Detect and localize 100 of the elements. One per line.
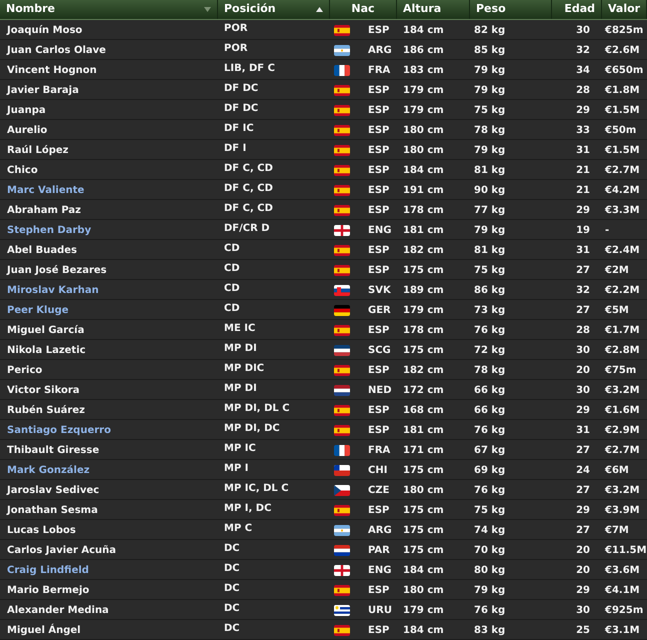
age-cell-text: 31: [576, 244, 590, 258]
player-name[interactable]: Abraham Paz: [7, 202, 81, 218]
height-cell-text: 186 cm: [403, 44, 444, 58]
player-name[interactable]: Rubén Suárez: [7, 402, 85, 418]
player-name[interactable]: Lucas Lobos: [7, 522, 76, 538]
nation-cell-text: FRA: [368, 444, 390, 458]
age-cell-text: 31: [576, 424, 590, 438]
player-name[interactable]: Nikola Lazetic: [7, 342, 86, 358]
player-name[interactable]: Alexander Medina: [7, 602, 109, 618]
player-name[interactable]: Raúl López: [7, 142, 68, 158]
value-cell-text: €3.2M: [605, 384, 640, 398]
player-name[interactable]: Jaroslav Sedivec: [7, 482, 100, 498]
player-name[interactable]: Thibault Giresse: [7, 442, 100, 458]
column-header[interactable]: Altura: [403, 1, 442, 18]
age-cell-text: 27: [576, 444, 590, 458]
weight-cell-text: 80 kg: [474, 564, 506, 578]
column-header[interactable]: Valor: [608, 1, 640, 18]
nation-cell-text: ESP: [368, 324, 390, 338]
player-name[interactable]: Joaquín Moso: [7, 22, 82, 38]
weight-cell-text: 66 kg: [474, 384, 506, 398]
height-cell-text: 182 cm: [403, 364, 444, 378]
value-cell-text: -: [605, 224, 610, 238]
column-header[interactable]: Edad: [564, 1, 595, 18]
value-cell-text: €2.4M: [605, 244, 640, 258]
position-cell-text: POR: [224, 22, 248, 36]
player-name[interactable]: Carlos Javier Acuña: [7, 542, 116, 558]
player-name[interactable]: Peer Kluge: [7, 302, 69, 318]
player-name[interactable]: Chico: [7, 162, 38, 178]
height-cell-text: 181 cm: [403, 224, 444, 238]
player-name[interactable]: Craig Lindfield: [7, 562, 89, 578]
player-name[interactable]: Juanpa: [7, 102, 46, 118]
weight-cell-text: 76 kg: [474, 424, 506, 438]
player-name[interactable]: Marc Valiente: [7, 182, 84, 198]
position-cell-text: DC: [224, 622, 240, 636]
age-cell-text: 20: [576, 564, 590, 578]
column-header[interactable]: Peso: [476, 1, 506, 18]
player-name[interactable]: Victor Sikora: [7, 382, 80, 398]
position-cell-text: DF DC: [224, 102, 258, 116]
age-cell-text: 25: [576, 624, 590, 638]
column-header[interactable]: Posición: [224, 1, 276, 18]
player-name[interactable]: Juan Carlos Olave: [7, 42, 106, 58]
weight-cell-text: 79 kg: [474, 144, 506, 158]
weight-cell-text: 79 kg: [474, 224, 506, 238]
height-cell-text: 178 cm: [403, 324, 444, 338]
position-cell-text: CD: [224, 302, 240, 316]
player-name[interactable]: Miroslav Karhan: [7, 282, 99, 298]
position-cell-text: DF DC: [224, 82, 258, 96]
nation-cell-text: ESP: [368, 164, 390, 178]
nation-cell-text: ESP: [368, 404, 390, 418]
weight-cell-text: 76 kg: [474, 484, 506, 498]
weight-cell-text: 75 kg: [474, 264, 506, 278]
value-cell-text: €1.5M: [605, 104, 640, 118]
position-cell-text: MP DIC: [224, 362, 264, 376]
position-cell-text: MP DI: [224, 342, 257, 356]
column-header[interactable]: Nombre: [6, 1, 55, 18]
weight-cell-text: 86 kg: [474, 284, 506, 298]
player-name[interactable]: Javier Baraja: [7, 82, 79, 98]
position-cell-text: MP DI, DC: [224, 422, 280, 436]
age-cell-text: 20: [576, 544, 590, 558]
nation-cell-text: NED: [368, 384, 392, 398]
player-name[interactable]: Jonathan Sesma: [7, 502, 98, 518]
age-cell-text: 27: [576, 304, 590, 318]
nation-cell-text: ARG: [368, 44, 392, 58]
player-name[interactable]: Mario Bermejo: [7, 582, 90, 598]
nation-cell-text: ESP: [368, 204, 390, 218]
player-name[interactable]: Abel Buades: [7, 242, 77, 258]
age-cell-text: 21: [576, 184, 590, 198]
position-cell-text: CD: [224, 262, 240, 276]
player-name[interactable]: Stephen Darby: [7, 222, 92, 238]
value-cell-text: €3.3M: [605, 204, 640, 218]
age-cell-text: 34: [576, 64, 590, 78]
value-cell-text: €1.5M: [605, 144, 640, 158]
nation-cell-text: ESP: [368, 424, 390, 438]
age-cell-text: 31: [576, 144, 590, 158]
weight-cell-text: 79 kg: [474, 64, 506, 78]
player-name[interactable]: Mark González: [7, 462, 90, 478]
nation-cell-text: ESP: [368, 84, 390, 98]
value-cell-text: €1.6M: [605, 404, 640, 418]
value-cell-text: €2.7M: [605, 444, 640, 458]
height-cell-text: 180 cm: [403, 584, 444, 598]
position-cell-text: MP DI, DL C: [224, 402, 290, 416]
player-name[interactable]: Perico: [7, 362, 42, 378]
player-name[interactable]: Miguel García: [7, 322, 84, 338]
nation-cell-text: PAR: [368, 544, 390, 558]
nation-cell-text: ESP: [368, 504, 390, 518]
player-name[interactable]: Vincent Hognon: [7, 62, 97, 78]
column-header[interactable]: Nac: [351, 1, 375, 18]
weight-cell-text: 66 kg: [474, 404, 506, 418]
position-cell-text: DF C, CD: [224, 182, 273, 196]
value-cell-text: €2.2M: [605, 284, 640, 298]
player-name[interactable]: Aurelio: [7, 122, 48, 138]
player-name[interactable]: Miguel Ángel: [7, 622, 81, 638]
player-name[interactable]: Santiago Ezquerro: [7, 422, 111, 438]
value-cell-text: €50m: [605, 124, 636, 138]
nation-cell-text: GER: [368, 304, 391, 318]
player-name[interactable]: Juan José Bezares: [7, 262, 107, 278]
nation-cell-text: ESP: [368, 124, 390, 138]
height-cell-text: 184 cm: [403, 624, 444, 638]
position-cell-text: MP IC, DL C: [224, 482, 289, 496]
value-cell-text: €3.9M: [605, 504, 640, 518]
